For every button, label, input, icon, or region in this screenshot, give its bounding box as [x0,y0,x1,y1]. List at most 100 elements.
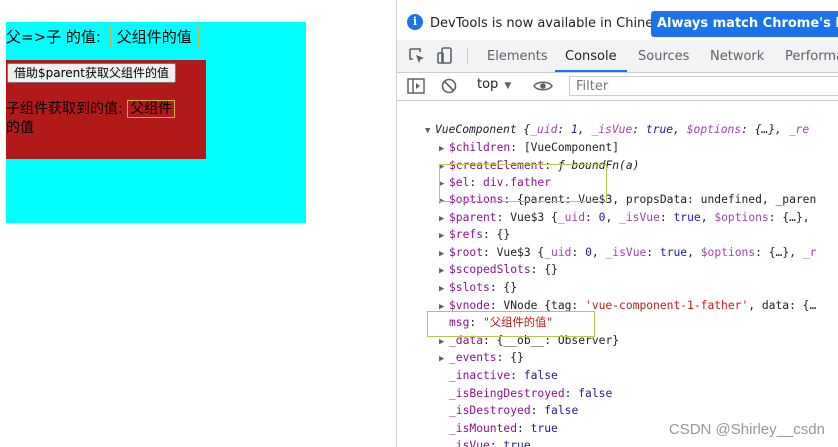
console-row[interactable]: ▶ _events: {} [439,349,524,366]
console-token: true [503,439,531,447]
language-infobar: i DevTools is now available in Chinese! … [397,0,838,40]
console-token: : [557,123,572,136]
father-component: 父=>子 的值: 父组件的值 借助$parent获取父组件的值 子组件获取到的值… [6,22,306,223]
info-icon: i [407,14,423,30]
console-token: _events [449,351,497,364]
console-row: _isVue: true [449,437,531,447]
console-token: _isVue [591,123,633,136]
console-token: : [571,246,586,259]
console-token: _r [802,246,817,259]
highlight-el-box [439,164,607,202]
console-row[interactable]: ▶ $slots: {} [439,279,517,296]
tab-elements[interactable]: Elements [487,40,548,72]
console-token: : [585,211,599,224]
expand-triangle-icon[interactable]: ▶ [439,351,449,368]
console-row[interactable]: ▶ $root: Vue$3 {_uid: 0, _isVue: true, $o… [439,244,816,261]
console-token: : [564,387,579,400]
console-row[interactable]: ▶ $scopedSlots: {} [439,261,558,278]
console-token: , [687,246,701,259]
console-token: _isMounted [449,422,518,435]
console-token: $options [700,246,756,259]
console-toolbar: top ▼ [397,73,838,101]
console-token: : [VueComponent] [510,141,620,154]
always-match-language-button[interactable]: Always match Chrome's langua [651,11,838,37]
console-token: , [673,123,687,136]
infobar-text: DevTools is now available in Chinese! [430,16,674,31]
console-row[interactable]: ▶ $refs: {} [439,226,510,243]
console-token: , [591,246,606,259]
sidebar-toggle-icon[interactable] [407,78,425,94]
child-component: 借助$parent获取父组件的值 子组件获取到的值: 父组件 的值 [6,60,206,159]
context-select[interactable]: top ▼ [477,77,511,92]
console-token: : {} [489,281,518,294]
console-token: : {} [496,351,524,364]
tab-performance[interactable]: Performa [785,40,838,72]
console-token: : {} [530,263,558,276]
tab-console[interactable]: Console [555,40,627,72]
watermark: CSDN @Shirley__csdn [668,421,825,438]
console-token: $slots [449,281,490,294]
devtools-panel: i DevTools is now available in Chinese! … [396,0,838,447]
console-token: true [530,422,558,435]
console-token: false [578,387,613,400]
console-token: false [544,404,579,417]
console-token: $refs [449,228,484,241]
console-row: _inactive: false [449,367,558,384]
console-token: 1 [571,123,578,136]
console-filter-input[interactable] [569,76,838,96]
context-value: top [477,77,499,92]
console-output: ▼ VueComponent {_uid: 1, _isVue: true, $o… [397,101,838,447]
collapse-triangle-icon[interactable]: ▼ [425,123,435,140]
console-token: $root [449,246,484,259]
eye-icon[interactable] [533,79,553,93]
inspect-icon[interactable] [407,46,427,66]
console-token: , [577,123,592,136]
console-token: _uid [530,123,558,136]
expand-triangle-icon[interactable]: ▶ [439,281,449,298]
console-row: _isDestroyed: false [449,402,578,419]
child-label: 子组件获取到的值: [6,101,123,117]
console-token: : {} [483,228,511,241]
expand-triangle-icon[interactable]: ▶ [439,228,449,245]
console-row: _isMounted: true [449,420,558,437]
expand-triangle-icon[interactable]: ▶ [439,141,449,158]
console-token: _inactive [449,369,511,382]
page-viewport: 父=>子 的值: 父组件的值 借助$parent获取父组件的值 子组件获取到的值… [0,0,396,447]
console-token: , data: {… [748,299,817,312]
console-token: , [700,211,715,224]
get-parent-value-button[interactable]: 借助$parent获取父组件的值 [7,63,176,83]
expand-triangle-icon[interactable]: ▶ [439,263,449,280]
console-row[interactable]: ▶ $parent: Vue$3 {_uid: 0, _isVue: true, … [439,209,810,226]
console-token: true [659,246,688,259]
console-token: : [632,123,646,136]
console-token: true [645,123,674,136]
console-token: : {…}, [741,123,789,136]
console-token: _uid [544,246,572,259]
console-token: : [659,211,674,224]
console-token: _re [788,123,810,136]
console-token: _isBeingDestroyed [449,387,565,400]
child-value-tail: 的值 [6,120,34,136]
console-row[interactable]: ▶ $children: [VueComponent] [439,139,619,156]
device-toolbar-icon[interactable] [435,46,455,66]
console-token: _isVue [605,246,647,259]
tab-sources[interactable]: Sources [638,40,689,72]
console-token: : Vue$3 { [496,211,558,224]
clear-console-icon[interactable] [441,78,457,94]
console-token: $options [686,123,742,136]
console-token: : [517,422,531,435]
father-label: 父=>子 的值: [6,28,101,46]
console-token: $parent [449,211,497,224]
tab-network[interactable]: Network [710,40,764,72]
devtools-tab-bar: Elements Console Sources Network Perform… [397,40,838,73]
highlight-msg-box [427,311,595,337]
console-token: _isVue [619,211,660,224]
father-value: 父组件的值 [109,25,199,48]
console-token: , [605,211,620,224]
console-token: : [530,404,545,417]
console-token: : [489,439,504,447]
tab-separator [467,48,468,64]
console-token: : Vue$3 { [483,246,545,259]
console-row[interactable]: ▼ VueComponent {_uid: 1, _isVue: true, $o… [425,121,809,138]
console-token: : [510,369,524,382]
